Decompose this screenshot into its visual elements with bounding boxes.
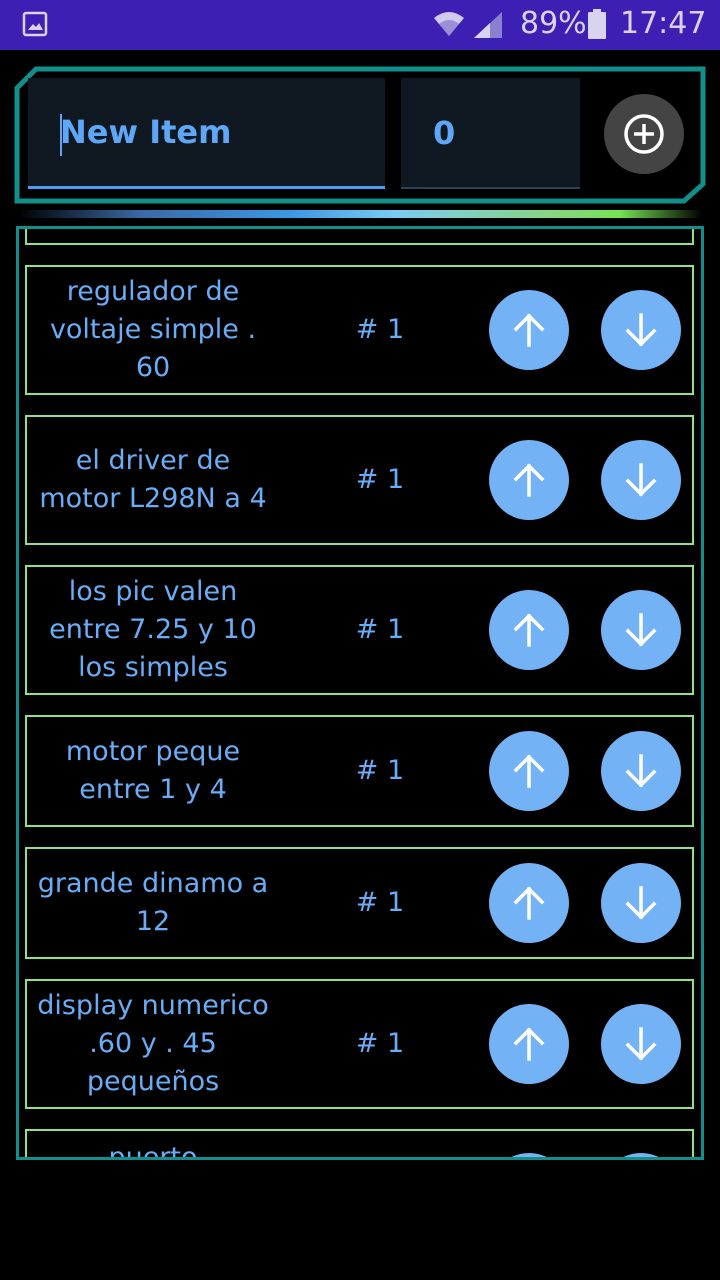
battery-icon (588, 9, 606, 39)
increase-button[interactable] (489, 863, 569, 943)
wifi-icon (434, 12, 464, 36)
item-name: el driver de motor L298N a 4 (39, 445, 267, 514)
arrow-up-icon (513, 886, 545, 920)
arrow-up-icon (513, 613, 545, 647)
battery-percent: 89% (520, 6, 587, 41)
signal-icon (474, 12, 502, 38)
list-item[interactable]: display numerico .60 y . 45 pequeños # 1 (25, 979, 694, 1109)
arrow-up-icon (513, 463, 545, 497)
increase-button[interactable] (489, 1153, 569, 1160)
decrease-button[interactable] (601, 1004, 681, 1084)
decrease-button[interactable] (601, 590, 681, 670)
item-name: display numerico .60 y . 45 pequeños (37, 990, 269, 1097)
decrease-button[interactable] (601, 863, 681, 943)
arrow-up-icon (513, 313, 545, 347)
arrow-down-icon (625, 613, 657, 647)
gallery-icon (22, 11, 48, 37)
gradient-divider (18, 210, 702, 218)
item-list[interactable]: regulador de voltaje simple . 60 # 1 el dr… (16, 226, 704, 1160)
item-quantity: # 1 (355, 1028, 405, 1059)
list-item[interactable] (25, 229, 694, 245)
decrease-button[interactable] (601, 290, 681, 370)
arrow-down-icon (625, 313, 657, 347)
status-bar: 89% 17:47 (0, 0, 720, 50)
list-item[interactable]: puerto (25, 1129, 694, 1160)
arrow-up-icon (489, 1153, 569, 1160)
list-item[interactable]: motor peque entre 1 y 4 # 1 (25, 715, 694, 827)
item-name: regulador de voltaje simple . 60 (49, 276, 257, 383)
text-cursor (60, 114, 62, 156)
arrow-down-icon (625, 463, 657, 497)
increase-button[interactable] (489, 1004, 569, 1084)
arrow-down-icon (625, 886, 657, 920)
item-quantity: # 1 (355, 314, 405, 345)
quantity-input[interactable] (401, 78, 580, 189)
new-item-input[interactable] (28, 78, 385, 189)
arrow-down-icon (601, 1153, 681, 1160)
decrease-button[interactable] (601, 1153, 681, 1160)
item-name: los pic valen entre 7.25 y 10 los simple… (49, 576, 257, 683)
decrease-button[interactable] (601, 440, 681, 520)
list-item[interactable]: regulador de voltaje simple . 60 # 1 (25, 265, 694, 395)
increase-button[interactable] (489, 731, 569, 811)
item-quantity: # 1 (355, 614, 405, 645)
arrow-down-icon (625, 754, 657, 788)
add-item-button[interactable] (604, 94, 684, 174)
increase-button[interactable] (489, 440, 569, 520)
list-item[interactable]: grande dinamo a 12 # 1 (25, 847, 694, 959)
arrow-up-icon (513, 754, 545, 788)
decrease-button[interactable] (601, 731, 681, 811)
item-name: motor peque entre 1 y 4 (65, 736, 241, 805)
list-item[interactable]: los pic valen entre 7.25 y 10 los simple… (25, 565, 694, 695)
item-quantity: # 1 (355, 464, 405, 495)
item-name: puerto (108, 1142, 198, 1160)
item-quantity: # 1 (355, 887, 405, 918)
item-name: grande dinamo a 12 (37, 868, 269, 937)
item-quantity: # 1 (355, 755, 405, 786)
increase-button[interactable] (489, 590, 569, 670)
list-item[interactable]: el driver de motor L298N a 4 # 1 (25, 415, 694, 545)
increase-button[interactable] (489, 290, 569, 370)
clock: 17:47 (620, 6, 707, 41)
add-circle-icon (624, 114, 664, 154)
arrow-up-icon (513, 1027, 545, 1061)
arrow-down-icon (625, 1027, 657, 1061)
